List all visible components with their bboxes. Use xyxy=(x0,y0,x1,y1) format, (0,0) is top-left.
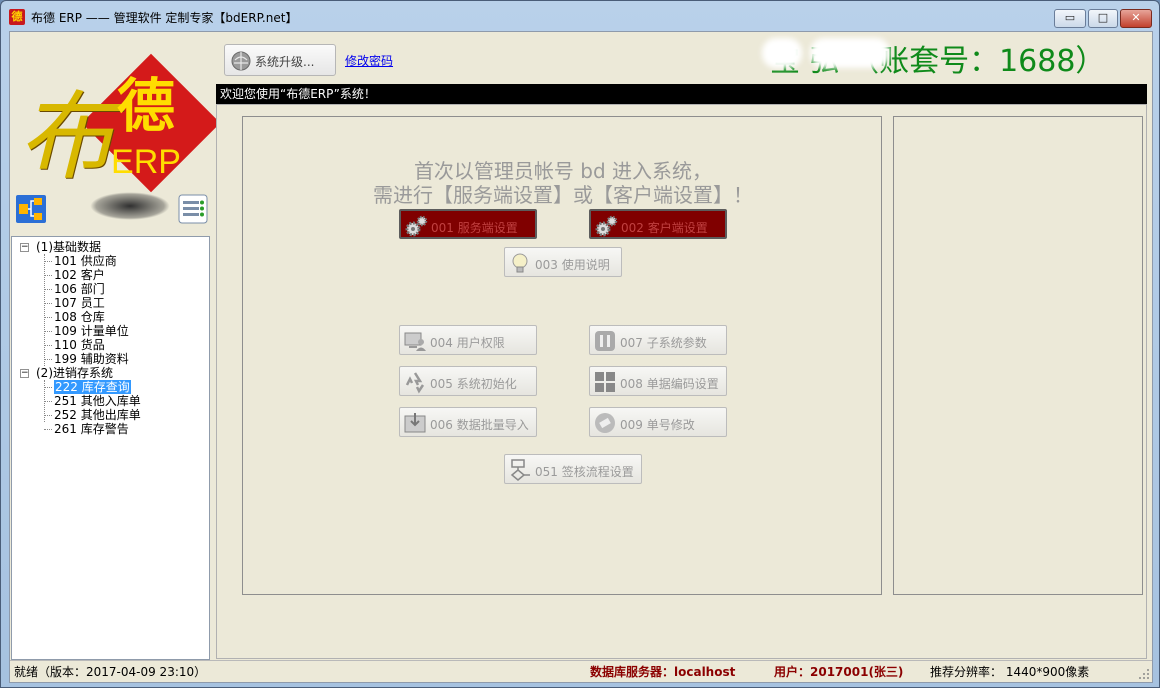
tree-item-label: 252 其他出库单 xyxy=(54,408,141,422)
client-settings-button[interactable]: 002 客户端设置 xyxy=(589,209,727,239)
close-button[interactable]: ✕ xyxy=(1120,9,1152,28)
lightbulb-icon xyxy=(512,253,528,273)
button-label: 002 客户端设置 xyxy=(621,221,708,235)
tree-item-department[interactable]: 106 部门 xyxy=(12,282,209,296)
tree-item-label: 222 库存查询 xyxy=(54,380,131,394)
tree-item-label: 106 部门 xyxy=(54,282,105,296)
number-grid-icon xyxy=(595,372,615,392)
collapse-toggle-icon[interactable]: − xyxy=(20,369,29,378)
tree-group-label: (2)进销存系统 xyxy=(36,366,113,380)
window-title: 布德 ERP —— 管理软件 定制专家【bdERP.net】 xyxy=(31,11,298,25)
button-label: 004 用户权限 xyxy=(430,336,505,350)
status-bar: 就绪（版本：2017-04-09 23:10） 数据库服务器：localhost… xyxy=(10,660,1152,682)
side-panel xyxy=(893,116,1143,595)
org-chart-icon[interactable] xyxy=(16,195,46,223)
app-window: 德 布德 ERP —— 管理软件 定制专家【bdERP.net】 ▭ □ ✕ 布… xyxy=(0,0,1160,688)
user-permissions-button[interactable]: 004 用户权限 xyxy=(399,325,537,355)
title-bar[interactable]: 德 布德 ERP —— 管理软件 定制专家【bdERP.net】 ▭ □ ✕ xyxy=(1,1,1159,31)
tree-item-supplier[interactable]: 101 供应商 xyxy=(12,254,209,268)
logo-erp-text: ERP xyxy=(111,143,181,181)
minimize-button[interactable]: ▭ xyxy=(1054,9,1086,28)
system-init-button[interactable]: 005 系统初始化 xyxy=(399,366,537,396)
upgrade-label: 系统升级... xyxy=(255,55,315,69)
welcome-bar: 欢迎您使用“布德ERP”系统！ xyxy=(216,84,1147,104)
resize-grip-icon[interactable] xyxy=(1138,668,1150,680)
doc-code-settings-button[interactable]: 008 单据编码设置 xyxy=(589,366,727,396)
content-area: 首次以管理员帐号 bd 进入系统， 需进行【服务端设置】或【客户端设置】！ 00… xyxy=(216,104,1147,659)
status-db-server: 数据库服务器：localhost xyxy=(590,665,736,679)
button-label: 009 单号修改 xyxy=(620,418,695,432)
recycle-icon xyxy=(405,372,425,394)
sliders-icon xyxy=(595,331,615,351)
navigation-tree: − (1)基础数据 101 供应商 102 客户 106 部门 107 员工 1… xyxy=(11,236,210,660)
flowchart-icon xyxy=(510,459,530,481)
tree-group-label: (1)基础数据 xyxy=(36,240,101,254)
status-resolution: 推荐分辨率： 1440*900像素 xyxy=(930,665,1090,679)
tree-item-label: 110 货品 xyxy=(54,338,105,352)
import-icon xyxy=(404,413,426,433)
tree-item-customer[interactable]: 102 客户 xyxy=(12,268,209,282)
tree-item-label: 251 其他入库单 xyxy=(54,394,141,408)
subsystem-params-button[interactable]: 007 子系统参数 xyxy=(589,325,727,355)
tree-item-stock-query[interactable]: 222 库存查询 xyxy=(12,380,209,394)
maximize-button[interactable]: □ xyxy=(1088,9,1118,28)
tree-group-inventory[interactable]: − (2)进销存系统 xyxy=(12,366,209,380)
brand-logo: 布 德 ERP xyxy=(10,32,221,236)
tree-item-label: 261 库存警告 xyxy=(54,422,129,436)
tree-item-stock-warning[interactable]: 261 库存警告 xyxy=(12,422,209,436)
tree-item-label: 108 仓库 xyxy=(54,310,105,324)
user-computer-icon xyxy=(404,332,426,351)
client-area: 布 德 ERP − (1)基础数据 101 供应商 102 客户 106 部门 … xyxy=(9,31,1153,683)
globe-upgrade-icon xyxy=(231,51,251,71)
tree-item-label: 109 计量单位 xyxy=(54,324,129,338)
tree-item-other-inbound[interactable]: 251 其他入库单 xyxy=(12,394,209,408)
system-upgrade-button[interactable]: 系统升级... xyxy=(224,44,336,76)
tree-item-label: 107 员工 xyxy=(54,296,105,310)
button-label: 005 系统初始化 xyxy=(430,377,517,391)
tree-item-goods[interactable]: 110 货品 xyxy=(12,338,209,352)
redaction-blur xyxy=(762,38,802,68)
batch-import-button[interactable]: 006 数据批量导入 xyxy=(399,407,537,437)
server-settings-button[interactable]: 001 服务端设置 xyxy=(399,209,537,239)
user-guide-button[interactable]: 003 使用说明 xyxy=(504,247,622,277)
doc-number-edit-button[interactable]: 009 单号修改 xyxy=(589,407,727,437)
button-label: 003 使用说明 xyxy=(535,258,610,272)
logo-char-de: 德 xyxy=(116,72,175,140)
approval-flow-button[interactable]: 051 签核流程设置 xyxy=(504,454,642,484)
button-label: 001 服务端设置 xyxy=(431,221,518,235)
tree-item-label: 199 辅助资料 xyxy=(54,352,129,366)
main-panel: 首次以管理员帐号 bd 进入系统， 需进行【服务端设置】或【客户端设置】！ 00… xyxy=(242,116,882,595)
tree-item-label: 101 供应商 xyxy=(54,254,117,268)
gears-icon xyxy=(405,215,428,237)
redaction-blur xyxy=(810,38,890,68)
tree-item-warehouse[interactable]: 108 仓库 xyxy=(12,310,209,324)
button-label: 007 子系统参数 xyxy=(620,336,707,350)
tree-item-label: 102 客户 xyxy=(54,268,105,282)
list-menu-icon[interactable] xyxy=(178,194,208,224)
gears-icon xyxy=(595,215,618,237)
tree-group-basic-data[interactable]: − (1)基础数据 xyxy=(12,240,209,254)
notice-line-2: 需进行【服务端设置】或【客户端设置】！ xyxy=(373,183,753,207)
button-label: 006 数据批量导入 xyxy=(430,418,529,432)
status-ready: 就绪（版本：2017-04-09 23:10） xyxy=(14,665,207,679)
app-logo-icon: 德 xyxy=(9,9,25,25)
tree-item-other-outbound[interactable]: 252 其他出库单 xyxy=(12,408,209,422)
eraser-icon xyxy=(595,413,615,433)
button-label: 008 单据编码设置 xyxy=(620,377,719,391)
collapse-toggle-icon[interactable]: − xyxy=(20,243,29,252)
button-label: 051 签核流程设置 xyxy=(535,465,634,479)
tree-item-unit[interactable]: 109 计量单位 xyxy=(12,324,209,338)
change-password-link[interactable]: 修改密码 xyxy=(345,52,393,69)
tree-item-aux-data[interactable]: 199 辅助资料 xyxy=(12,352,209,366)
status-user: 用户：2017001(张三) xyxy=(774,665,904,679)
tree-item-employee[interactable]: 107 员工 xyxy=(12,296,209,310)
logo-shadow xyxy=(90,192,170,220)
